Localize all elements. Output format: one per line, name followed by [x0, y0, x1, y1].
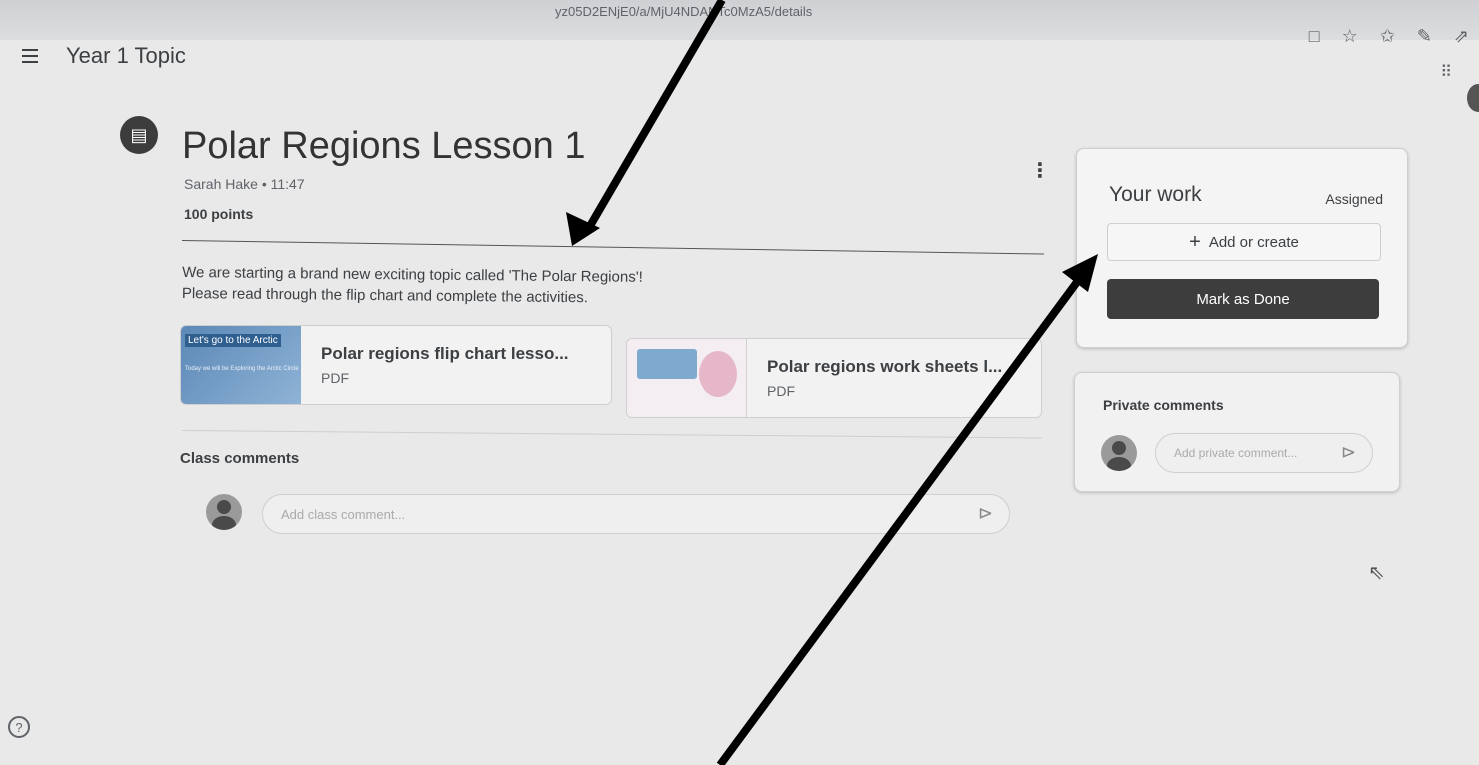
help-icon[interactable]: ?	[8, 716, 30, 738]
annotation-arrows	[566, 0, 1098, 765]
mouse-cursor-icon: ⇖	[1368, 562, 1385, 584]
arrow-to-add-or-create	[716, 254, 1098, 765]
arrow-to-description	[566, 0, 726, 246]
